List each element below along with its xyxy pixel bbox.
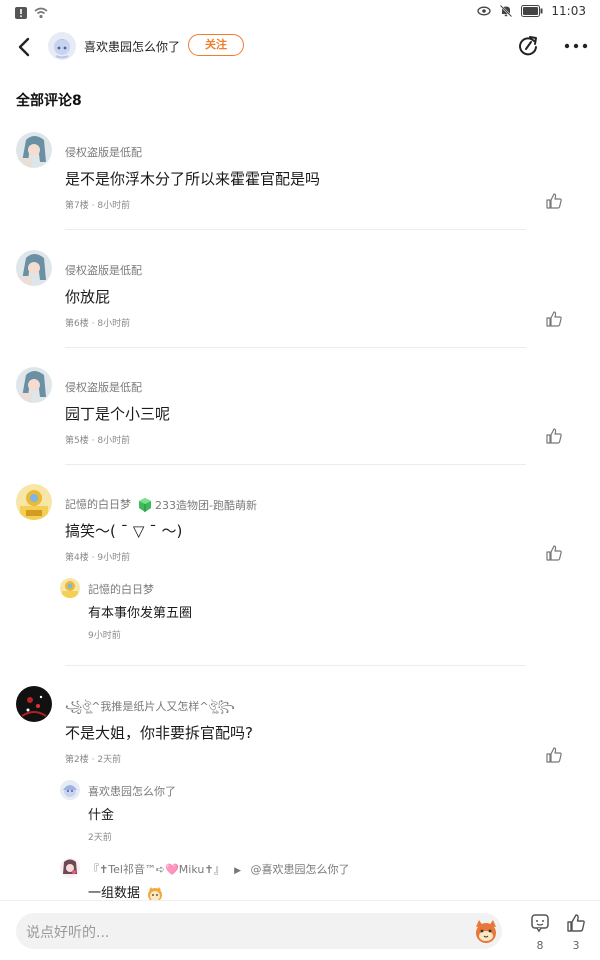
comment-meta: 第6楼 · 8小时前	[65, 316, 130, 329]
comment-divider	[65, 229, 526, 230]
share-icon[interactable]	[516, 34, 540, 58]
like-icon[interactable]	[545, 746, 563, 764]
comment-time: 9小时前	[97, 553, 131, 563]
reply-to-name[interactable]: @喜欢患园怎么你了	[251, 863, 350, 876]
comment-time: 8小时前	[97, 201, 131, 211]
meta-separator: ·	[91, 436, 95, 446]
reply-time: 9小时前	[88, 631, 121, 641]
comment-divider	[65, 665, 526, 666]
commenter-avatar[interactable]	[16, 132, 52, 168]
comment-floor: 第7楼	[65, 201, 89, 211]
comment-time: 2天前	[97, 755, 122, 765]
commenter-name[interactable]: ꧁ঔৣ^我推是纸片人又怎样^ঔৣ꧂	[65, 698, 235, 721]
comment-floor: 第4楼	[65, 553, 89, 563]
group-badge-label[interactable]: 233造物团-跑酷萌新	[155, 499, 257, 512]
mute-bell-icon	[500, 4, 513, 18]
eye-icon	[477, 6, 492, 16]
meta-separator: ·	[91, 755, 95, 765]
commenter-avatar[interactable]	[16, 250, 52, 286]
follow-button[interactable]: 关注	[188, 34, 244, 56]
comment-time: 8小时前	[97, 319, 131, 329]
author-name[interactable]: 喜欢患园怎么你了	[84, 38, 180, 55]
comment-input-placeholder: 说点好听的...	[26, 925, 110, 941]
reply-author-line: 『✝Tel祁音™➪🩷Miku✝』 ▶ @喜欢患园怎么你了	[88, 861, 350, 877]
reply-avatar[interactable]	[60, 780, 80, 800]
commenter-name[interactable]: 侵权盗版是低配	[65, 144, 142, 160]
emoji-sticker-icon[interactable]	[472, 917, 500, 945]
like-icon[interactable]	[545, 427, 563, 445]
comment-input[interactable]: 说点好听的...	[16, 913, 502, 949]
comment-floor: 第5楼	[65, 436, 89, 446]
comment-floor: 第2楼	[65, 755, 89, 765]
comment-meta: 第7楼 · 8小时前	[65, 198, 130, 211]
meta-separator: ·	[91, 201, 95, 211]
like-icon[interactable]	[545, 192, 563, 210]
meta-separator: ·	[91, 319, 95, 329]
commenter-avatar[interactable]	[16, 484, 52, 520]
comments-section-title: 全部评论8	[16, 93, 82, 109]
comment-divider	[65, 464, 526, 465]
like-count: 3	[572, 939, 580, 952]
status-bar: 11:03	[0, 0, 600, 26]
reply-author-name[interactable]: 喜欢患园怎么你了	[88, 783, 176, 799]
comment-text: 不是大姐，你非要拆官配吗?	[65, 724, 253, 742]
cube-badge-icon	[139, 498, 151, 512]
reply-avatar[interactable]	[60, 858, 80, 878]
wifi-icon	[34, 7, 48, 19]
back-arrow-icon[interactable]	[12, 34, 38, 60]
comment-text: 搞笑～( ˉ ▽ ˉ ～)	[65, 522, 183, 540]
comment-divider	[65, 347, 526, 348]
commenter-avatar[interactable]	[16, 686, 52, 722]
more-icon[interactable]	[563, 36, 589, 56]
comment-meta: 第2楼 · 2天前	[65, 752, 121, 765]
comment-icon	[531, 914, 549, 933]
commenter-name[interactable]: 侵权盗版是低配	[65, 262, 142, 278]
reply-author-name[interactable]: 『✝Tel祁音™➪🩷Miku✝』	[88, 863, 225, 876]
bottom-bar: 说点好听的... 8 3	[0, 900, 600, 960]
comment-floor: 第6楼	[65, 319, 89, 329]
like-icon[interactable]	[545, 544, 563, 562]
thumbs-up-icon	[567, 914, 585, 932]
reply-text: 有本事你发第五圈	[88, 606, 193, 621]
reply-author-name[interactable]: 記憶的白日梦	[88, 581, 154, 597]
reply-text-content: 一组数据	[88, 886, 141, 901]
commenter-name[interactable]: 侵权盗版是低配	[65, 379, 142, 395]
comment-meta: 第4楼 · 9小时前	[65, 550, 130, 563]
author-avatar[interactable]	[48, 32, 76, 60]
comment-text: 是不是你浮木分了所以来霍霍官配是吗	[65, 170, 321, 188]
reply-text: 什金	[88, 808, 115, 823]
commenter-avatar[interactable]	[16, 367, 52, 403]
commenter-name: 記憶的白日梦 233造物团-跑酷萌新	[65, 496, 257, 513]
comment-count-button[interactable]: 8	[525, 913, 555, 952]
nav-bar: 喜欢患园怎么你了 关注	[0, 28, 600, 66]
comment-meta: 第5楼 · 8小时前	[65, 433, 130, 446]
commenter-name-text[interactable]: 記憶的白日梦	[65, 498, 131, 511]
reply-avatar[interactable]	[60, 578, 80, 598]
comment-count: 8	[536, 939, 544, 952]
reply-arrow-icon: ▶	[234, 866, 241, 876]
meta-separator: ·	[91, 553, 95, 563]
reply-time: 2天前	[88, 833, 112, 843]
like-count-button[interactable]: 3	[561, 913, 591, 952]
like-icon[interactable]	[545, 310, 563, 328]
comment-text: 你放屁	[65, 288, 111, 306]
status-time: 11:03	[551, 4, 586, 18]
battery-icon	[521, 5, 543, 17]
alert-icon	[15, 7, 27, 19]
comment-time: 8小时前	[97, 436, 131, 446]
comment-text: 园丁是个小三呢	[65, 405, 171, 423]
